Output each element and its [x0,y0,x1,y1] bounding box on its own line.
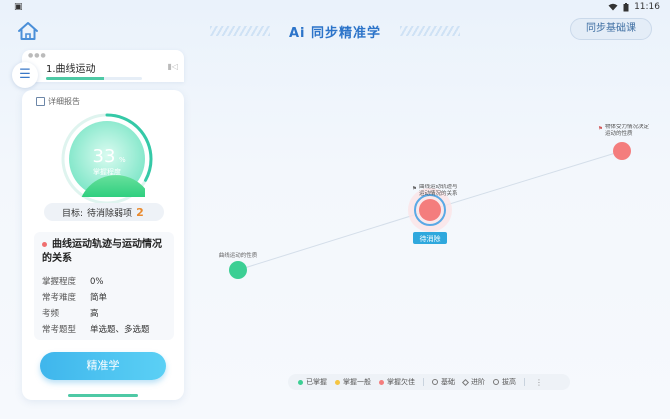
legend-level-basic: 基础 [432,377,455,387]
detail-report-link[interactable]: 详细报告 [36,96,80,107]
page-title: Ai 同步精准学 [288,26,382,41]
legend-level-high: 拔高 [493,377,516,387]
node-label-box: 曲线运动轨迹与运动情况的关系 [419,184,458,197]
legend-item-mastered: 已掌握 [298,377,327,387]
menu-button[interactable]: ☰ [12,62,38,88]
collapse-icon[interactable]: ▮◁ [167,62,178,71]
card-bottom-indicator [68,394,138,397]
node-label: 曲线运动的性质 [219,251,258,259]
graph-node-n1[interactable]: 曲线运动的性质 [219,251,258,279]
status-dot [42,241,47,247]
legend-dot [335,379,340,385]
attr-key: 掌握程度 [42,277,77,287]
legend-item-average: 掌握一般 [335,377,371,387]
legend-divider [524,378,525,386]
chapter-tab[interactable]: ●●● 1.曲线运动 ▮◁ [22,50,184,82]
chapter-progress-fill [46,77,104,80]
knowledge-attributes: 掌握程度 0% 常考难度 简单 考频 高 常考题型 单选题、多选题 [42,274,172,338]
legend-label: 掌握一般 [343,378,371,386]
node-label: 曲线运动轨迹与运动情况的关系 [419,184,458,197]
detail-report-label: 详细报告 [48,97,80,106]
attr-key: 常考题型 [42,325,77,335]
legend-divider [423,378,424,386]
wifi-icon [608,3,618,11]
legend-item-weak: 掌握欠佳 [379,377,415,387]
report-icon [36,97,45,106]
chapter-name: 1.曲线运动 [46,64,96,75]
node-badge-label: 待消除 [420,234,441,243]
menu-icon: ☰ [19,67,31,82]
target-label: 目标: [62,208,84,219]
battery-icon [623,2,629,11]
knowledge-title: 曲线运动轨迹与运动情况的关系 [42,239,162,264]
sync-basic-course-button[interactable]: 同步基础课 [570,18,652,40]
attr-row: 常考难度 简单 [42,290,172,306]
node-circle [229,261,247,279]
target-text: 待消除弱项 [87,208,133,219]
notification-icon: ▣ [14,2,23,12]
top-header: Ai 同步精准学 同步基础课 [0,14,670,50]
node-circle [613,142,631,160]
legend-label: 掌握欠佳 [387,378,415,386]
attr-row: 考频 高 [42,306,172,322]
graph-node-n2[interactable]: ⚑ 曲线运动轨迹与运动情况的关系 待消除 [408,184,462,244]
attr-key: 考频 [42,309,60,319]
gauge-unit: % [119,156,126,164]
diamond-icon [461,378,470,386]
knowledge-detail: 曲线运动轨迹与运动情况的关系 掌握程度 0% 常考难度 简单 考频 高 常考题型 单选题… [34,232,174,340]
attr-value: 单选题、多选题 [90,325,150,335]
gauge-label: 掌握程度 [93,167,121,176]
legend-level-advanced: 进阶 [461,377,485,387]
circle-outline-icon [432,379,438,385]
legend-dot [298,379,303,385]
home-icon[interactable] [16,20,40,42]
attr-key: 常考难度 [42,293,77,303]
knowledge-graph: 曲线运动的性质 ⚑ 曲线运动轨迹与运动情况的关系 待消除 ⚑ 物体受力情况决定运… [219,124,654,279]
legend-label: 基础 [441,378,455,386]
gauge-value: 33 [93,146,116,167]
precise-study-button[interactable]: 精准学 [40,352,166,380]
graph-node-n3[interactable]: ⚑ 物体受力情况决定运动的性质 [598,124,654,160]
legend-label: 进阶 [471,378,485,386]
node-label-box: 物体受力情况决定运动的性质 [605,124,650,137]
legend-label: 已掌握 [306,378,327,386]
attr-value: 0% [90,277,104,287]
circle-outline-icon [493,379,499,385]
clock: 11:16 [634,2,660,12]
knowledge-title-wrap: 曲线运动轨迹与运动情况的关系 [42,238,170,266]
chapter-progress-bar [46,77,142,80]
target-row: 目标: 待消除弱项 2 [44,203,164,221]
title-banner: Ai 同步精准学 [200,20,470,46]
drag-handle-icon: ●●● [28,52,47,59]
status-bar: ▣ 11:16 [0,0,670,14]
mastery-gauge: 33 % 掌握程度 [61,113,153,205]
graph-legend: 已掌握 掌握一般 掌握欠佳 基础 进阶 拔高 ⋮ [288,374,570,390]
attr-row: 常考题型 单选题、多选题 [42,322,172,338]
attr-row: 掌握程度 0% [42,274,172,290]
attr-value: 高 [90,309,99,319]
knowledge-card: 详细报告 33 % 掌握程度 目标: 待消除弱项 2 曲线运动轨迹与运动情况的关… [22,90,184,400]
target-count: 2 [136,205,144,219]
more-icon[interactable]: ⋮ [535,378,543,387]
legend-label: 拔高 [502,378,516,386]
legend-dot [379,379,384,385]
node-label: 物体受力情况决定运动的性质 [605,124,650,137]
attr-value: 简单 [90,293,108,303]
